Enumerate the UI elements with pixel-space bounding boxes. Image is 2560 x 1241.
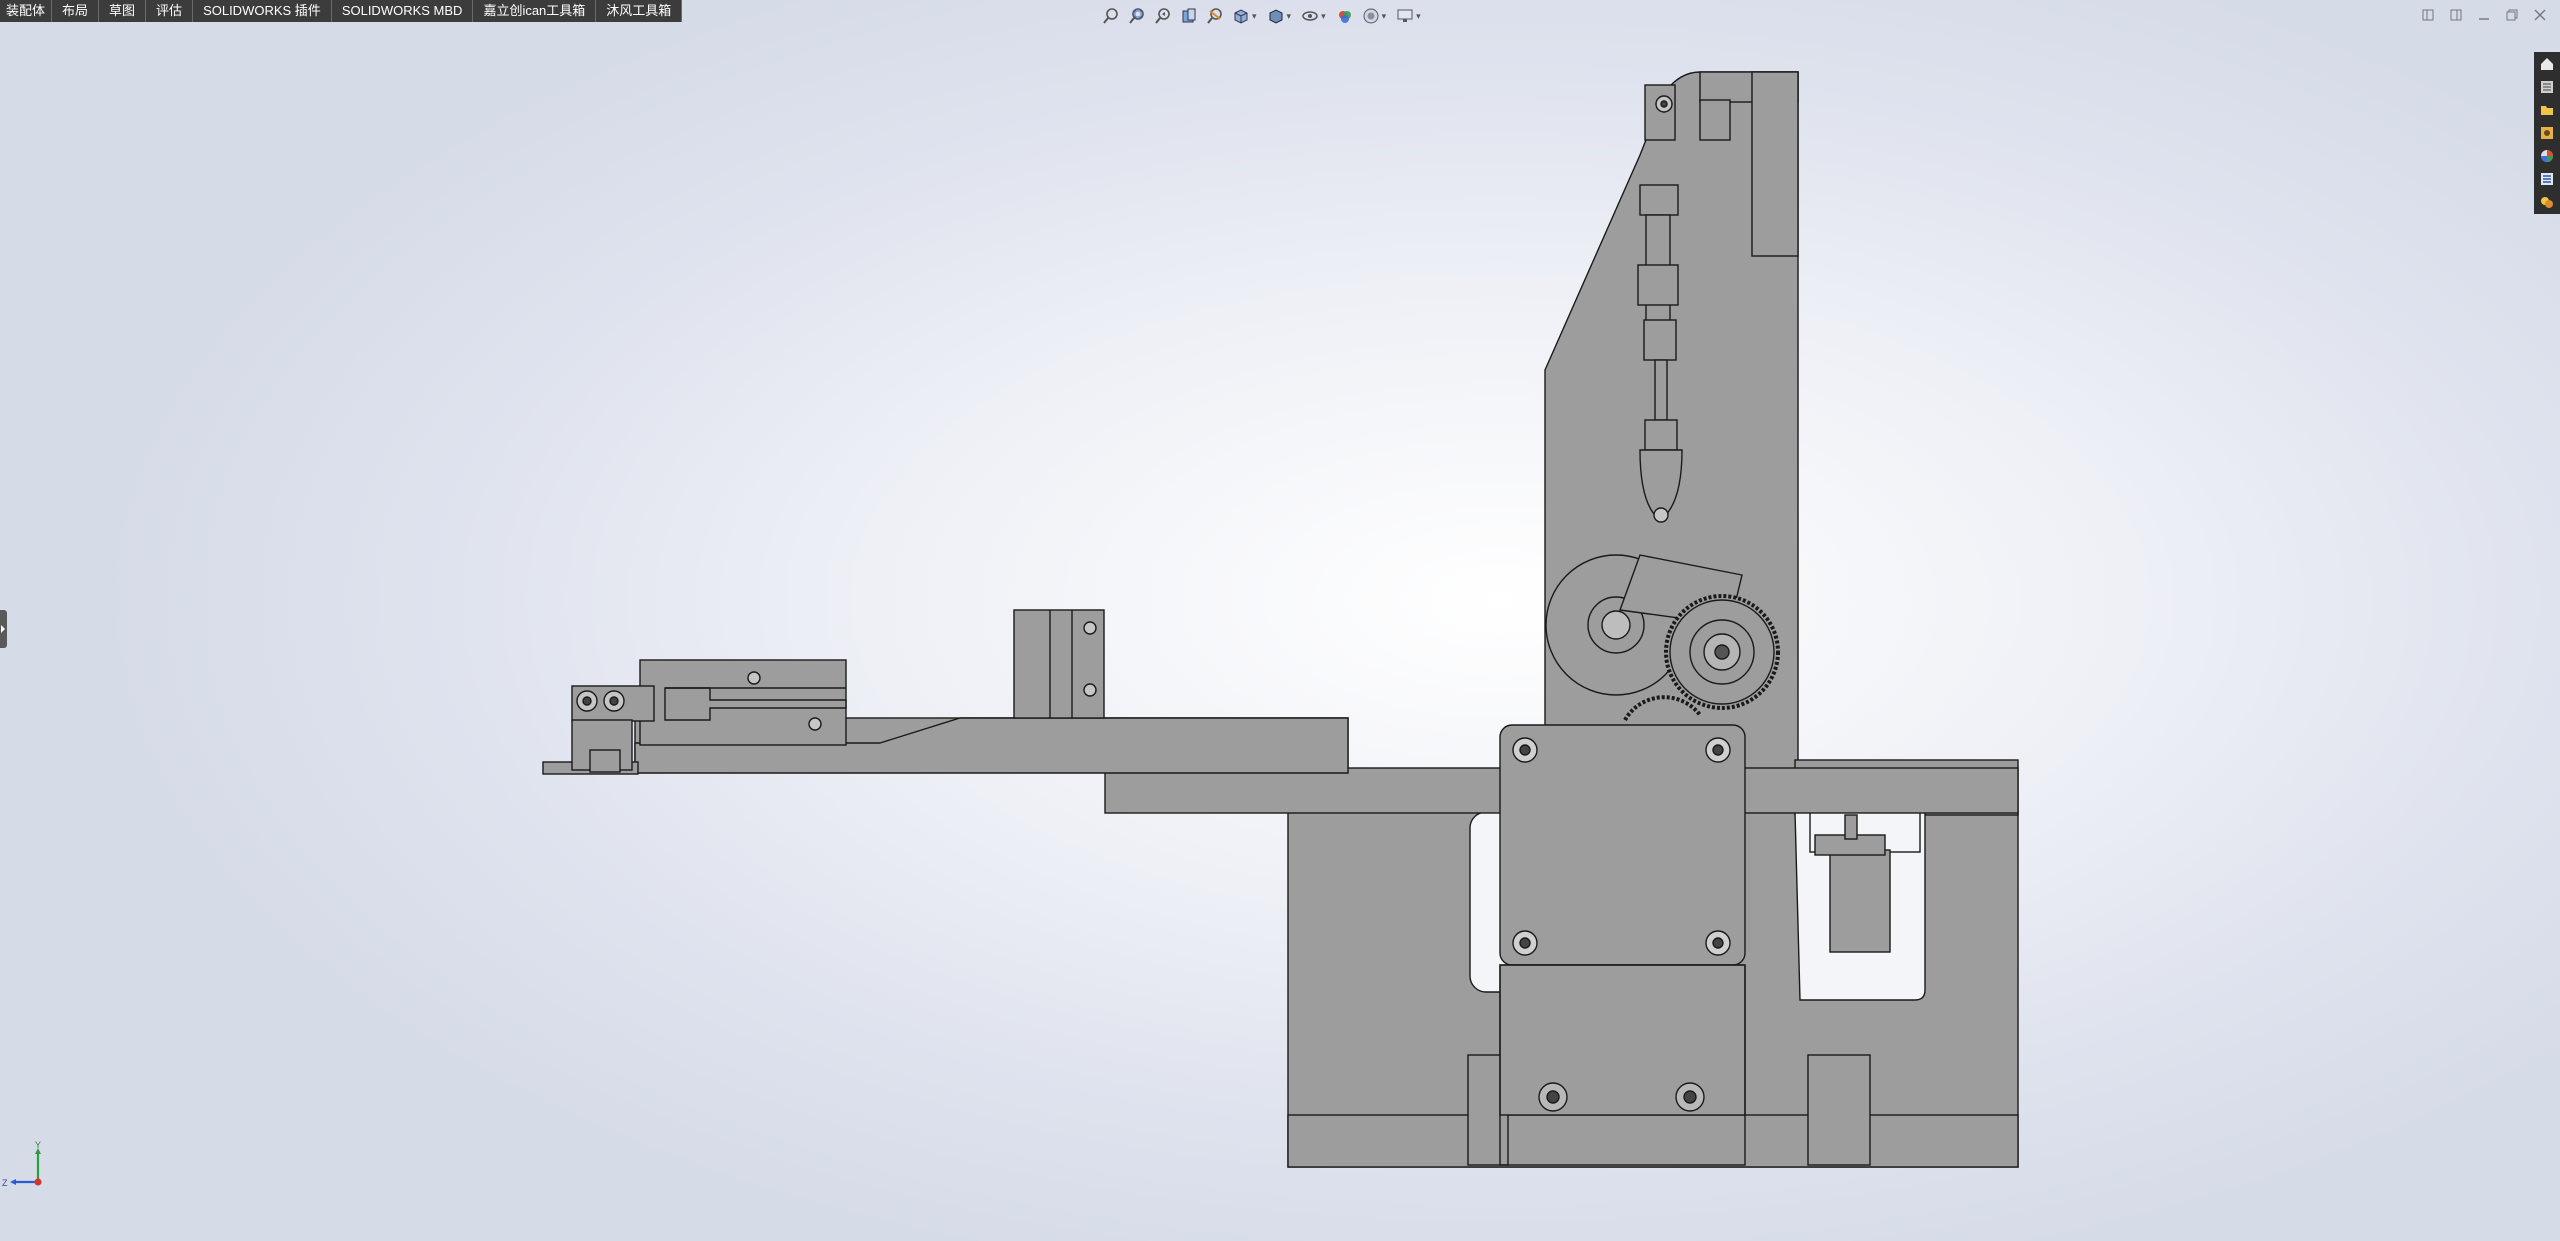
jaw-screw xyxy=(576,690,598,712)
sensor-block xyxy=(1829,849,1891,953)
motor-screw xyxy=(1705,930,1731,956)
sensor-screw xyxy=(1844,814,1858,840)
guide-screw xyxy=(1083,621,1097,635)
clamp-screw xyxy=(808,717,822,731)
top-small-block xyxy=(1699,99,1731,141)
base-screw xyxy=(1538,1082,1568,1112)
base-bottom-rail xyxy=(1287,1114,2019,1168)
top-side-bracket xyxy=(1751,71,1799,257)
motor-screw xyxy=(1705,737,1731,763)
rod-body xyxy=(1643,319,1677,361)
motor-mount-plate xyxy=(1499,724,1746,966)
rod-end-upper xyxy=(1639,184,1679,216)
rod-nut xyxy=(1644,419,1678,451)
clamp-screw xyxy=(747,671,761,685)
motor-screw xyxy=(1512,737,1538,763)
cad-model-viewport[interactable] xyxy=(0,0,2560,1241)
top-pin xyxy=(1655,95,1673,113)
jaw-screw xyxy=(603,690,625,712)
pulley-center xyxy=(1601,610,1631,640)
motor-body xyxy=(1499,964,1746,1116)
guide-screw xyxy=(1083,683,1097,697)
rod-clevis xyxy=(1637,264,1679,306)
rod-pin xyxy=(1653,507,1669,523)
drive-gear-center xyxy=(1714,644,1730,660)
base-screw xyxy=(1675,1082,1705,1112)
right-lower-post xyxy=(1807,1054,1871,1166)
rod-shaft xyxy=(1654,359,1668,421)
assembly-body xyxy=(542,71,2019,1168)
clamp-foot xyxy=(589,749,621,773)
motor-screw xyxy=(1512,930,1538,956)
top-clamp-block xyxy=(1644,84,1676,141)
